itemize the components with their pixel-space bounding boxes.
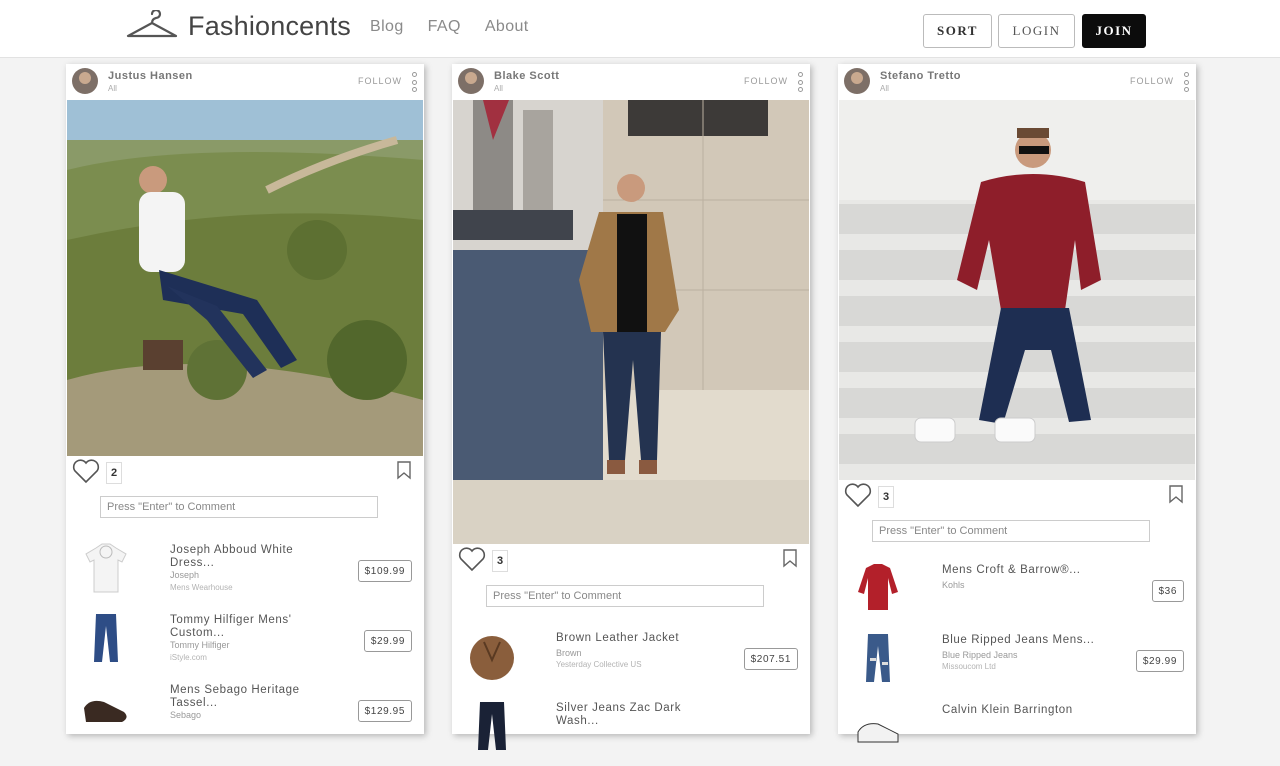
- product-item[interactable]: Mens Sebago Heritage Tassel... Sebago $1…: [66, 676, 424, 746]
- heart-icon[interactable]: [844, 482, 872, 513]
- product-store: Yesterday Collective US: [556, 660, 642, 669]
- main-nav: Blog FAQ About: [370, 18, 529, 36]
- top-navigation-bar: Fashioncents Blog FAQ About SORT LOGIN J…: [0, 0, 1280, 58]
- leather-jacket-icon: [468, 630, 516, 682]
- product-item[interactable]: Joseph Abboud White Dress... Joseph Mens…: [66, 536, 424, 606]
- product-title[interactable]: Mens Sebago Heritage Tassel...: [170, 684, 340, 710]
- product-item[interactable]: Blue Ripped Jeans Mens... Blue Ripped Je…: [838, 626, 1196, 696]
- product-item[interactable]: Tommy Hilfiger Mens' Custom... Tommy Hil…: [66, 606, 424, 676]
- comment-input[interactable]: [872, 520, 1150, 542]
- product-title[interactable]: Brown Leather Jacket: [556, 632, 726, 645]
- product-store: iStyle.com: [170, 653, 207, 662]
- comment-input[interactable]: [100, 496, 378, 518]
- jeans-icon: [82, 612, 130, 664]
- product-title[interactable]: Silver Jeans Zac Dark Wash...: [556, 702, 726, 728]
- price-tag[interactable]: $207.51: [743, 648, 798, 670]
- post-header: Justus Hansen All FOLLOW: [66, 64, 424, 100]
- product-item[interactable]: Silver Jeans Zac Dark Wash...: [452, 694, 810, 764]
- post-card: Justus Hansen All FOLLOW 2 Press "Enter"…: [66, 64, 424, 734]
- product-title[interactable]: Tommy Hilfiger Mens' Custom...: [170, 614, 340, 640]
- avatar[interactable]: [844, 68, 870, 94]
- avatar[interactable]: [458, 68, 484, 94]
- follow-button[interactable]: FOLLOW: [358, 76, 402, 86]
- more-options-icon[interactable]: [410, 72, 418, 92]
- heart-icon[interactable]: [72, 458, 100, 489]
- bookmark-icon[interactable]: [396, 460, 412, 485]
- hanger-icon: [124, 10, 180, 42]
- product-store: Mens Wearhouse: [170, 583, 233, 592]
- product-list: Mens Croft & Barrow®... Kohls $36 Blue R…: [838, 556, 1196, 766]
- user-subtitle: All: [880, 84, 889, 93]
- nav-blog[interactable]: Blog: [370, 18, 404, 36]
- like-count: 3: [492, 550, 508, 572]
- more-options-icon[interactable]: [796, 72, 804, 92]
- bookmark-icon[interactable]: [1168, 484, 1184, 509]
- post-photo[interactable]: [453, 100, 809, 544]
- nav-faq[interactable]: FAQ: [428, 18, 461, 36]
- post-header: Blake Scott All FOLLOW: [452, 64, 810, 100]
- red-sweater-icon: [854, 562, 902, 614]
- post-card: Stefano Tretto All FOLLOW 3 Press "Enter…: [838, 64, 1196, 743]
- logo[interactable]: Fashioncents: [124, 10, 351, 42]
- username[interactable]: Blake Scott: [494, 70, 559, 82]
- ripped-jeans-icon: [854, 632, 902, 684]
- product-brand: Brown: [556, 648, 582, 658]
- post-actions: 3: [838, 480, 1196, 512]
- price-tag[interactable]: $29.99: [363, 630, 412, 652]
- dark-jeans-icon: [468, 700, 516, 752]
- bookmark-icon[interactable]: [782, 548, 798, 573]
- product-title[interactable]: Calvin Klein Barrington: [942, 704, 1112, 717]
- sneaker-icon: [854, 702, 902, 754]
- product-item[interactable]: Mens Croft & Barrow®... Kohls $36: [838, 556, 1196, 626]
- product-item[interactable]: Calvin Klein Barrington: [838, 696, 1196, 766]
- price-tag[interactable]: $129.95: [357, 700, 412, 722]
- post-actions: 3: [452, 544, 810, 576]
- product-title[interactable]: Blue Ripped Jeans Mens...: [942, 634, 1112, 647]
- sort-button[interactable]: SORT: [923, 14, 992, 48]
- like-count: 2: [106, 462, 122, 484]
- user-subtitle: All: [494, 84, 503, 93]
- product-list: Brown Leather Jacket Brown Yesterday Col…: [452, 624, 810, 764]
- username[interactable]: Stefano Tretto: [880, 70, 961, 82]
- more-options-icon[interactable]: [1182, 72, 1190, 92]
- user-subtitle: All: [108, 84, 117, 93]
- product-item[interactable]: Brown Leather Jacket Brown Yesterday Col…: [452, 624, 810, 694]
- product-store: Missoucom Ltd: [942, 662, 996, 671]
- white-shirt-icon: [82, 542, 130, 594]
- post-card: Blake Scott All FOLLOW 3 Press "Enter" t…: [452, 64, 810, 750]
- follow-button[interactable]: FOLLOW: [1130, 76, 1174, 86]
- username[interactable]: Justus Hansen: [108, 70, 193, 82]
- logo-text: Fashioncents: [188, 10, 351, 41]
- comment-input[interactable]: [486, 585, 764, 607]
- join-button[interactable]: JOIN: [1082, 14, 1146, 48]
- login-button[interactable]: LOGIN: [998, 14, 1075, 48]
- heart-icon[interactable]: [458, 546, 486, 577]
- post-photo[interactable]: [67, 100, 423, 456]
- product-list: Joseph Abboud White Dress... Joseph Mens…: [66, 536, 424, 746]
- post-header: Stefano Tretto All FOLLOW: [838, 64, 1196, 100]
- product-brand: Sebago: [170, 710, 202, 720]
- post-actions: 2: [66, 456, 424, 488]
- follow-button[interactable]: FOLLOW: [744, 76, 788, 86]
- product-brand: Joseph: [170, 570, 200, 580]
- product-brand: Blue Ripped Jeans: [942, 650, 1018, 660]
- loafer-icon: [82, 682, 130, 734]
- price-tag[interactable]: $109.99: [357, 560, 412, 582]
- product-brand: Tommy Hilfiger: [170, 640, 230, 650]
- product-brand: Kohls: [942, 580, 965, 590]
- price-tag[interactable]: $29.99: [1135, 650, 1184, 672]
- post-photo[interactable]: [839, 100, 1195, 480]
- like-count: 3: [878, 486, 894, 508]
- avatar[interactable]: [72, 68, 98, 94]
- price-tag[interactable]: $36: [1151, 580, 1184, 602]
- nav-about[interactable]: About: [485, 18, 529, 36]
- product-title[interactable]: Mens Croft & Barrow®...: [942, 564, 1112, 577]
- product-title[interactable]: Joseph Abboud White Dress...: [170, 544, 340, 570]
